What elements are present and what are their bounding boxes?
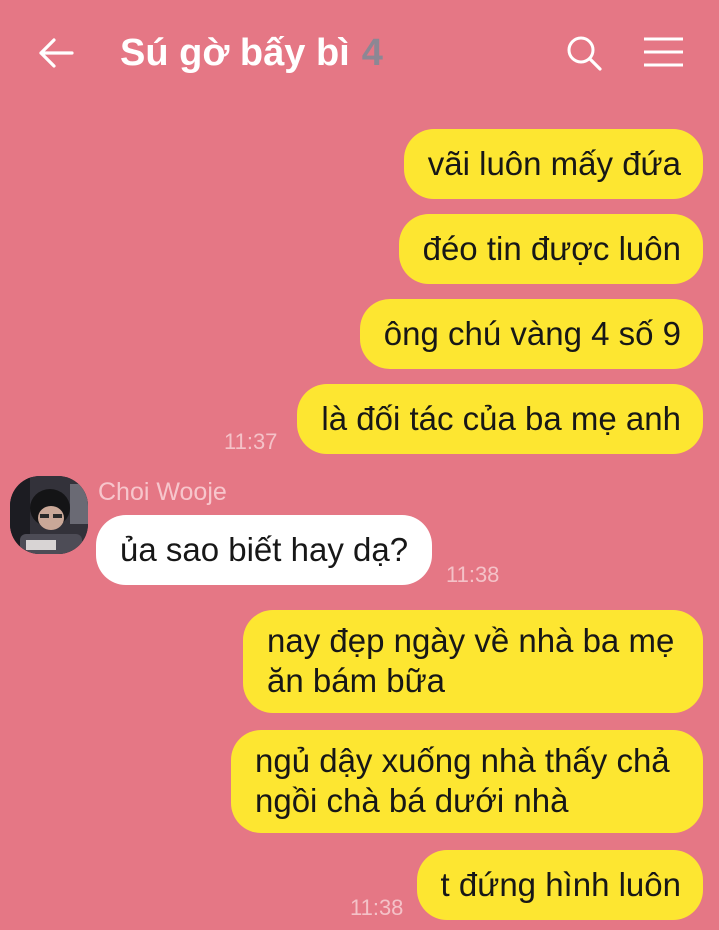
message-text: t đứng hình luôn [440, 866, 681, 903]
message-bubble-sent[interactable]: là đối tác của ba mẹ anh [297, 384, 703, 454]
message-text: đéo tin được luôn [422, 230, 681, 267]
back-button[interactable] [30, 30, 82, 76]
message-text: là đối tác của ba mẹ anh [321, 400, 681, 437]
message-bubble-sent[interactable]: t đứng hình luôn [416, 850, 703, 920]
chat-title: Sú gờ bấy bì 4 [120, 30, 383, 76]
message-time: 11:38 [350, 895, 404, 920]
message-text: ông chú vàng 4 số 9 [383, 315, 681, 352]
message-bubble-sent[interactable]: vãi luôn mấy đứa [403, 129, 703, 199]
message-time: 11:37 [224, 429, 278, 454]
avatar-photo [10, 476, 88, 554]
message-time: 11:38 [446, 562, 500, 587]
message-bubble-sent[interactable]: nay đẹp ngày về nhà ba mẹ ăn bám bữa [243, 610, 703, 713]
hamburger-menu-icon [644, 37, 683, 67]
chat-header: Sú gờ bấy bì 4 [0, 0, 719, 106]
message-text: nay đẹp ngày về nhà ba mẹ ăn bám bữa [267, 622, 675, 699]
chat-name: Sú gờ bấy bì [120, 32, 350, 74]
message-bubble-sent[interactable]: ông chú vàng 4 số 9 [359, 299, 703, 369]
arrow-left-icon [39, 38, 74, 68]
search-icon [567, 36, 602, 71]
message-bubble-sent[interactable]: ngủ dậy xuống nhà thấy chả ngồi chà bá d… [231, 730, 703, 833]
member-count: 4 [361, 32, 383, 74]
search-button[interactable] [560, 30, 608, 76]
menu-button[interactable] [638, 30, 688, 76]
message-text: ủa sao biết hay dạ? [120, 531, 409, 568]
sender-name: Choi Wooje [98, 478, 227, 506]
message-bubble-received[interactable]: ủa sao biết hay dạ? [96, 515, 433, 585]
message-bubble-sent[interactable]: đéo tin được luôn [398, 214, 703, 284]
avatar[interactable] [10, 476, 88, 554]
message-text: vãi luôn mấy đứa [427, 145, 681, 182]
message-text: ngủ dậy xuống nhà thấy chả ngồi chà bá d… [255, 742, 670, 819]
